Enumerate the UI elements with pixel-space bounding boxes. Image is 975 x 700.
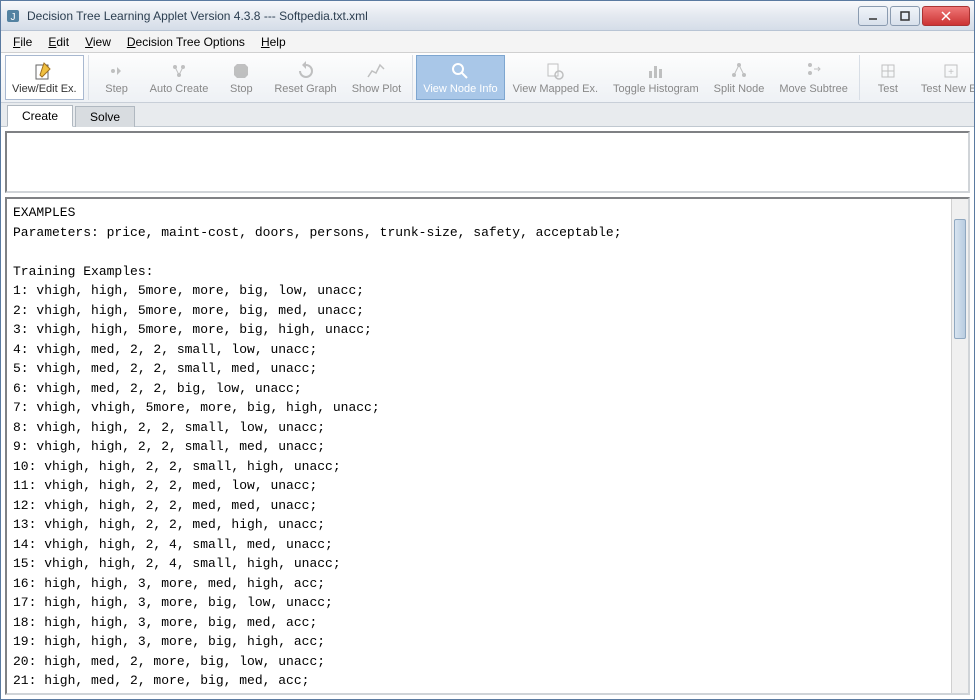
stop-icon xyxy=(231,61,251,81)
step-button[interactable]: Step xyxy=(92,55,142,100)
move-subtree-button[interactable]: Move Subtree xyxy=(772,55,854,100)
testnew-icon: + xyxy=(941,61,961,81)
move-icon xyxy=(804,61,824,81)
stop-button[interactable]: Stop xyxy=(216,55,266,100)
maximize-button[interactable] xyxy=(890,6,920,26)
view-mapped-ex--button[interactable]: View Mapped Ex. xyxy=(506,55,605,100)
mapped-icon xyxy=(545,61,565,81)
split-node-button[interactable]: Split Node xyxy=(707,55,772,100)
tool-label: View Node Info xyxy=(423,83,497,95)
tool-label: Test New Ex xyxy=(921,83,974,95)
tool-label: Show Plot xyxy=(352,83,402,95)
close-button[interactable] xyxy=(922,6,970,26)
tool-label: View/Edit Ex. xyxy=(12,83,77,95)
upper-text-pane[interactable] xyxy=(5,131,970,193)
tool-label: Test xyxy=(878,83,898,95)
reset-graph-button[interactable]: Reset Graph xyxy=(267,55,343,100)
tool-label: Auto Create xyxy=(150,83,209,95)
menu-decision-tree-options[interactable]: Decision Tree Options xyxy=(121,33,251,51)
menu-help[interactable]: Help xyxy=(255,33,292,51)
menu-file[interactable]: File xyxy=(7,33,38,51)
toggle-histogram-button[interactable]: Toggle Histogram xyxy=(606,55,706,100)
examples-pane[interactable]: EXAMPLES Parameters: price, maint-cost, … xyxy=(5,197,970,695)
show-plot-button[interactable]: Show Plot xyxy=(345,55,409,100)
view-edit-ex--button[interactable]: View/Edit Ex. xyxy=(5,55,84,100)
tool-label: Step xyxy=(105,83,128,95)
view-node-info-button[interactable]: View Node Info xyxy=(416,55,504,100)
histogram-icon xyxy=(646,61,666,81)
window-title: Decision Tree Learning Applet Version 4.… xyxy=(27,9,858,23)
svg-text:J: J xyxy=(11,12,16,23)
step-icon xyxy=(107,61,127,81)
vertical-scrollbar[interactable] xyxy=(951,199,968,693)
tool-label: Stop xyxy=(230,83,253,95)
plot-icon xyxy=(366,61,386,81)
nodeinfo-icon xyxy=(450,61,470,81)
titlebar: J Decision Tree Learning Applet Version … xyxy=(1,1,974,31)
menu-edit[interactable]: Edit xyxy=(42,33,75,51)
toolbar: View/Edit Ex. Step Auto Create Stop Reset Gr… xyxy=(1,53,974,103)
examples-text[interactable]: EXAMPLES Parameters: price, maint-cost, … xyxy=(7,199,968,695)
edit-icon xyxy=(34,61,54,81)
auto-create-button[interactable]: Auto Create xyxy=(143,55,216,100)
tab-strip: CreateSolve xyxy=(1,103,974,127)
split-icon xyxy=(729,61,749,81)
menu-view[interactable]: View xyxy=(79,33,117,51)
tab-create[interactable]: Create xyxy=(7,105,73,127)
tool-label: Move Subtree xyxy=(779,83,847,95)
tool-label: Split Node xyxy=(714,83,765,95)
test-button[interactable]: Test xyxy=(863,55,913,100)
menubar: FileEditViewDecision Tree OptionsHelp xyxy=(1,31,974,53)
test-icon xyxy=(878,61,898,81)
svg-text:+: + xyxy=(949,67,955,78)
tool-label: Reset Graph xyxy=(274,83,336,95)
minimize-button[interactable] xyxy=(858,6,888,26)
content-area: EXAMPLES Parameters: price, maint-cost, … xyxy=(1,127,974,699)
auto-icon xyxy=(169,61,189,81)
java-icon: J xyxy=(5,8,21,24)
tool-label: View Mapped Ex. xyxy=(513,83,598,95)
tool-label: Toggle Histogram xyxy=(613,83,699,95)
scroll-thumb[interactable] xyxy=(954,219,966,339)
reset-icon xyxy=(296,61,316,81)
tab-solve[interactable]: Solve xyxy=(75,106,135,127)
window-controls xyxy=(858,6,970,26)
test-new-ex-button[interactable]: + Test New Ex xyxy=(914,55,974,100)
